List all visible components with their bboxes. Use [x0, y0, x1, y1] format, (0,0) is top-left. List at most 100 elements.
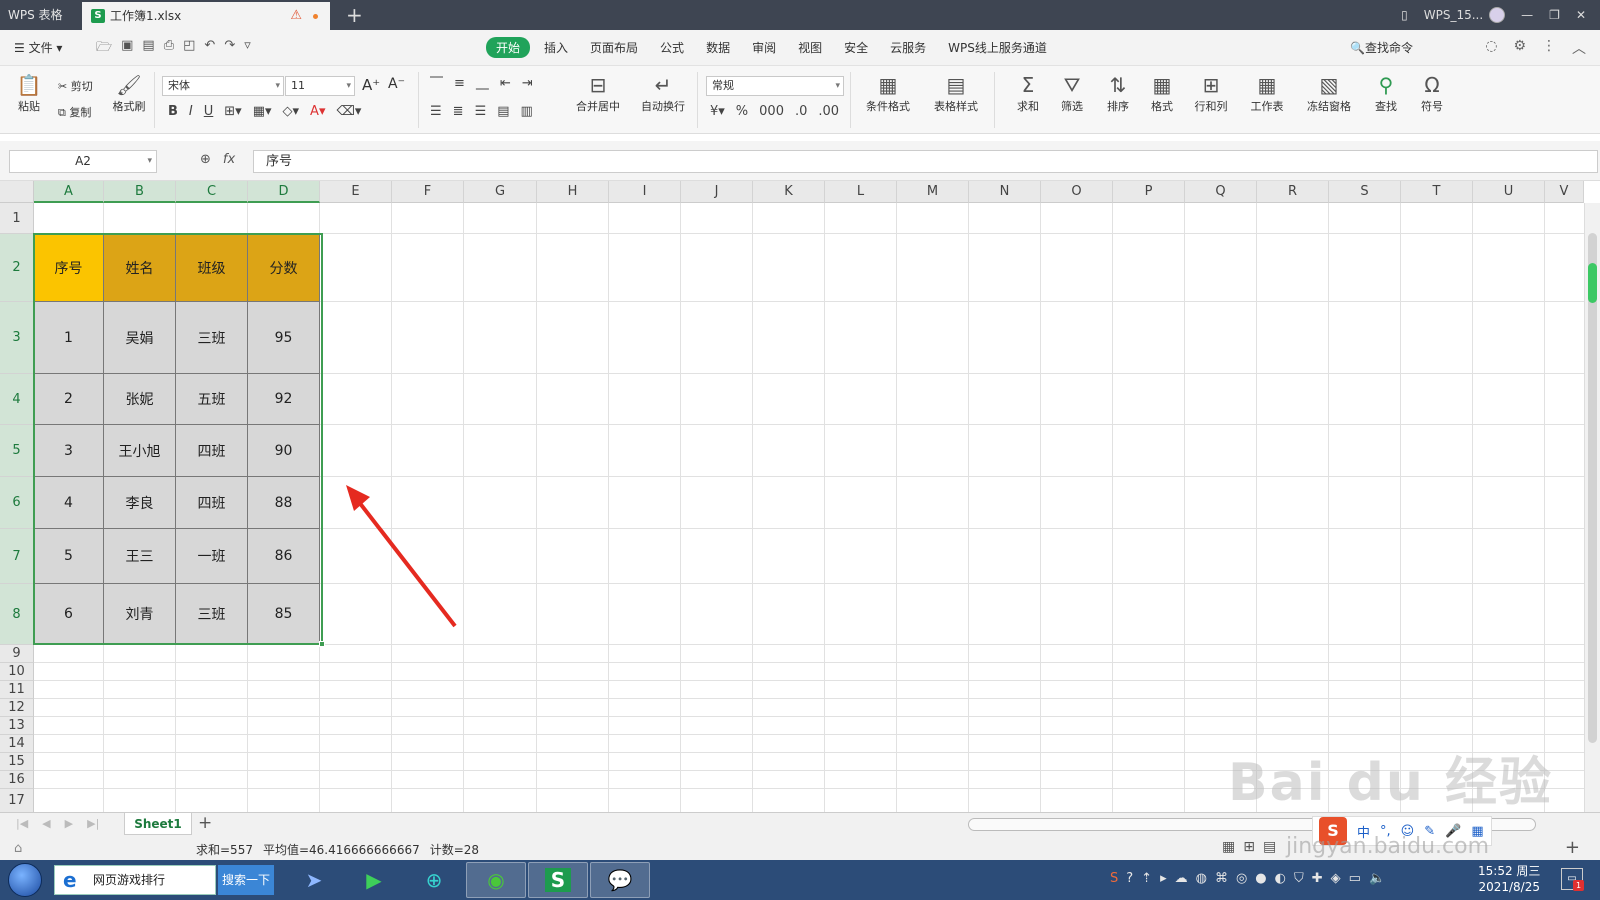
table-cell[interactable]: 5	[34, 529, 104, 584]
undo-icon[interactable]: ↶	[204, 38, 215, 60]
thousands-icon[interactable]: 000	[759, 104, 784, 119]
taskbar-app-helper[interactable]: ⊕	[404, 862, 464, 898]
column-header[interactable]: J	[681, 181, 753, 203]
table-cell[interactable]: 吴娟	[104, 302, 176, 374]
symbol-button[interactable]: Ω 符号	[1412, 74, 1452, 114]
row-header[interactable]: 10	[0, 663, 34, 681]
vertical-scrollbar[interactable]	[1584, 203, 1600, 812]
number-format-select[interactable]: 常规	[706, 76, 844, 96]
fill-color-icon[interactable]: ◇▾	[283, 104, 300, 119]
distribute-icon[interactable]: ▥	[521, 104, 533, 119]
column-header[interactable]: D	[248, 181, 320, 203]
save-icon[interactable]: ▣	[121, 38, 133, 60]
row-header[interactable]: 6	[0, 477, 34, 529]
monitor-tray-icon[interactable]: ▭	[1349, 871, 1361, 886]
percent-icon[interactable]: %	[736, 104, 748, 119]
taskbar-app-bird[interactable]: ➤	[284, 862, 344, 898]
column-header[interactable]: B	[104, 181, 176, 203]
column-header[interactable]: T	[1401, 181, 1473, 203]
column-header[interactable]: M	[897, 181, 969, 203]
table-cell[interactable]: 92	[248, 374, 320, 425]
taskbar-clock[interactable]: 15:52 周三 2021/8/25	[1478, 863, 1540, 895]
row-header[interactable]: 9	[0, 645, 34, 663]
align-left-icon[interactable]: ☰	[430, 104, 442, 119]
increase-font-icon[interactable]: A⁺	[362, 76, 380, 94]
antivirus-tray-icon[interactable]: ◎	[1236, 871, 1247, 886]
font-size-select[interactable]: 11	[285, 76, 355, 96]
defender-tray-icon[interactable]: ◈	[1331, 871, 1341, 886]
table-cell[interactable]: 刘青	[104, 584, 176, 645]
filter-button[interactable]: ⛛ 筛选	[1052, 74, 1092, 114]
page-break-view-icon[interactable]: ⊞	[1243, 839, 1255, 855]
row-header[interactable]: 5	[0, 425, 34, 477]
column-header[interactable]: H	[537, 181, 609, 203]
row-header[interactable]: 11	[0, 681, 34, 699]
row-col-button[interactable]: ⊞ 行和列	[1186, 74, 1236, 114]
first-sheet-icon[interactable]: |◀	[16, 817, 28, 830]
column-header[interactable]: N	[969, 181, 1041, 203]
prev-sheet-icon[interactable]: ◀	[42, 817, 50, 830]
table-cell[interactable]: 6	[34, 584, 104, 645]
row-header[interactable]: 2	[0, 234, 34, 302]
file-menu[interactable]: ☰ 文件 ▾	[14, 39, 62, 56]
add-sheet-button[interactable]: +	[198, 813, 212, 833]
notification-icon[interactable]: ▭ 1	[1561, 868, 1584, 891]
table-cell[interactable]: 3	[34, 425, 104, 477]
taskbar-app-browser[interactable]: ◉	[466, 862, 526, 898]
row-header[interactable]: 16	[0, 771, 34, 789]
taskbar-search-box[interactable]: e 网页游戏排行	[54, 865, 216, 895]
column-header[interactable]: V	[1545, 181, 1584, 203]
column-header[interactable]: C	[176, 181, 248, 203]
fill-handle[interactable]	[319, 641, 325, 647]
zoom-in-icon[interactable]: +	[1565, 837, 1580, 858]
row-header[interactable]: 14	[0, 735, 34, 753]
increase-decimal-icon[interactable]: .0	[795, 104, 807, 119]
format-painter-button[interactable]: 🖌 格式刷	[110, 74, 148, 114]
row-header[interactable]: 12	[0, 699, 34, 717]
redo-icon[interactable]: ↷	[224, 38, 235, 60]
macro-icon[interactable]: ⌂	[14, 841, 22, 856]
tab-insert[interactable]: 插入	[544, 37, 568, 58]
conditional-format-button[interactable]: ▦ 条件格式	[858, 74, 918, 114]
cell-style-icon[interactable]: ▦▾	[253, 104, 272, 119]
tab-home[interactable]: 开始	[486, 37, 531, 58]
tab-view[interactable]: 视图	[798, 37, 822, 58]
align-middle-icon[interactable]: ≡	[454, 76, 465, 91]
indent-decrease-icon[interactable]: ⇤	[500, 76, 511, 91]
table-header-cell[interactable]: 序号	[34, 234, 104, 302]
paste-button[interactable]: 📋 粘贴	[12, 74, 46, 114]
border-icon[interactable]: ⊞▾	[224, 104, 241, 119]
table-cell[interactable]: 李良	[104, 477, 176, 529]
spreadsheet-grid[interactable]: A B C D E F G H I J K L M N O P Q R S T U V 1 2 3 4 5 6 7 8 9 10 11 12 13 1…	[0, 181, 1600, 812]
cut-button[interactable]: ✂ 剪切	[58, 78, 93, 94]
font-color-icon[interactable]: A▾	[310, 104, 325, 119]
clear-format-icon[interactable]: ⌫▾	[336, 104, 361, 119]
table-cell[interactable]: 86	[248, 529, 320, 584]
new-tab-button[interactable]: +	[346, 3, 363, 27]
worksheet-button[interactable]: ▦ 工作表	[1242, 74, 1292, 114]
format-button[interactable]: ▦ 格式	[1142, 74, 1182, 114]
table-cell[interactable]: 1	[34, 302, 104, 374]
gear-icon[interactable]: ⚙	[1513, 38, 1526, 58]
table-header-cell[interactable]: 班级	[176, 234, 248, 302]
column-header[interactable]: E	[320, 181, 392, 203]
justify-icon[interactable]: ▤	[497, 104, 509, 119]
decrease-font-icon[interactable]: A⁻	[388, 76, 405, 92]
column-header[interactable]: I	[609, 181, 681, 203]
freeze-panes-button[interactable]: ▧ 冻结窗格	[1298, 74, 1360, 114]
document-tab[interactable]: S 工作簿1.xlsx ⚠	[82, 2, 330, 30]
find-command[interactable]: 🔍查找命令	[1350, 39, 1413, 56]
table-cell[interactable]: 四班	[176, 477, 248, 529]
qq-tray-icon[interactable]: ◍	[1196, 871, 1207, 886]
fx-icon[interactable]: fx	[223, 152, 235, 167]
row-header[interactable]: 8	[0, 584, 34, 645]
table-cell[interactable]: 三班	[176, 584, 248, 645]
vertical-scroll-thumb[interactable]	[1588, 233, 1597, 743]
minimize-icon[interactable]: —	[1521, 8, 1533, 22]
currency-icon[interactable]: ¥▾	[710, 104, 725, 119]
wechat-tray-icon[interactable]: ◐	[1275, 871, 1286, 886]
volume-icon[interactable]: 🔈	[1369, 871, 1385, 886]
more-icon[interactable]: ⋮	[1542, 38, 1556, 58]
wrap-text-button[interactable]: ↵ 自动换行	[636, 74, 690, 114]
row-header[interactable]: 13	[0, 717, 34, 735]
